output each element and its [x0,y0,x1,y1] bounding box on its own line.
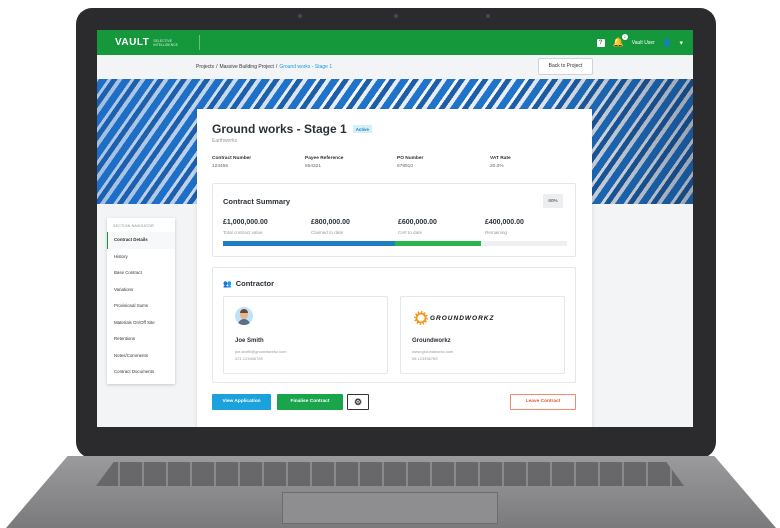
contractor-panel: 👥 Contractor Joe Smith joe.smith@groundw… [212,267,576,383]
meta-label: VAT Rate [490,156,511,161]
cert-to-date-value: £600,000.00 [398,219,437,226]
sun-icon [414,311,428,325]
company-card[interactable]: GROUNDWORKZ Groundworkz www.groundworkz.… [400,296,565,374]
laptop-camera-lens [394,14,398,18]
finalise-contract-button[interactable]: Finalise Contract [277,394,343,410]
breadcrumb-separator: / [216,64,218,70]
logo-tagline: SELECTIVE INTELLIGENCE [153,38,178,47]
breadcrumb-bar: Projects / Massive Building Project / Gr… [97,55,693,79]
chevron-down-icon[interactable]: ▾ [679,39,683,47]
company-phone: 08 123456789 [412,356,438,361]
status-badge: Active [352,125,372,133]
contractor-title: Contractor [235,279,275,288]
sidebar-item-contract-details[interactable]: Contract Details [107,232,175,249]
header-divider [199,35,201,50]
meta-value: 20.0% [490,164,504,169]
contractor-header: 👥 Contractor [223,279,274,288]
company-logo-text: GROUNDWORKZ [430,314,495,322]
meta-po-number: PO Number 678910 [397,156,423,169]
leave-contract-button[interactable]: Leave Contract [510,394,576,410]
settings-button[interactable]: ⚙ [347,394,369,410]
contact-phone: 021 123456789 [235,356,263,361]
remaining-label: Remaining [485,230,507,235]
sidebar-item-provisional-sums[interactable]: Provisional Sums [107,298,175,315]
sidebar-item-retentions[interactable]: Retentions [107,331,175,348]
total-contract-value: £1,000,000.00 [223,219,268,226]
claimed-to-date-label: Claimed to date [311,230,344,235]
sidebar-item-variations[interactable]: Variations [107,282,175,299]
summary-percent-badge: 60% [543,194,563,208]
meta-vat-rate: VAT Rate 20.0% [490,156,511,169]
avatar [235,307,253,325]
meta-payee-reference: Payee Reference 654321 [305,156,343,169]
header-actions: ? 🔔 2 Vault User 👤 ▾ [596,34,683,48]
breadcrumb-separator: / [275,64,278,70]
section-navigator: SECTION NAVIGATOR Contract Details Histo… [107,218,175,384]
contact-email[interactable]: joe.smith@groundworkz.com [235,349,287,354]
help-icon[interactable]: ? [596,38,605,47]
contract-summary-panel: Contract Summary 60% £1,000,000.00 Total… [212,183,576,257]
sidebar-item-history[interactable]: History [107,249,175,266]
total-contract-value-label: Total contract value [223,230,263,235]
company-name: Groundworkz [412,338,451,344]
contact-name: Joe Smith [235,338,264,344]
meta-value: 678910 [397,164,414,169]
groundworkz-logo: GROUNDWORKZ [414,311,494,325]
meta-contract-number: Contract Number 123456 [212,156,251,169]
contract-progress-bar [223,241,567,246]
view-application-button[interactable]: View Application [212,394,271,410]
cert-to-date-label: Cert to date [398,230,423,235]
back-to-project-button[interactable]: Back to Project [538,58,593,75]
sidebar-item-notes[interactable]: Notes/Comments [107,348,175,365]
laptop-camera-dot [298,14,302,18]
people-icon: 👥 [223,280,232,288]
breadcrumb-projects[interactable]: Projects [196,64,214,70]
breadcrumb-current: Ground works - Stage 1 [279,64,333,70]
contract-details-card: Ground works - Stage 1 Active Earthworks… [197,109,592,427]
sidebar-item-contract-documents[interactable]: Contract Documents [107,364,175,381]
page-title: Ground works - Stage 1 [212,122,347,136]
sidebar-item-materials[interactable]: Materials On/Off Site [107,315,175,332]
claimed-to-date-value: £800,000.00 [311,219,350,226]
notifications-bell-icon[interactable]: 🔔 2 [613,34,628,48]
laptop-sensor-dot [486,14,490,18]
app-screen: VAULT SELECTIVE INTELLIGENCE ? 🔔 2 Vault … [97,30,693,427]
contact-person-card[interactable]: Joe Smith joe.smith@groundworkz.com 021 … [223,296,388,374]
top-navigation-bar: VAULT SELECTIVE INTELLIGENCE ? 🔔 2 Vault … [97,30,693,55]
meta-label: Payee Reference [305,156,344,161]
meta-value: 123456 [212,164,229,169]
contract-title-row: Ground works - Stage 1 Active [212,122,372,136]
company-website[interactable]: www.groundworkz.com [412,349,453,354]
meta-label: Contract Number [212,156,252,161]
contract-subtitle: Earthworks [212,138,238,144]
notification-count-badge: 2 [621,34,628,40]
user-icon[interactable]: 👤 [663,39,672,47]
remaining-value: £400,000.00 [485,219,524,226]
user-name[interactable]: Vault User [632,40,655,46]
progress-certified-segment [223,241,395,246]
vault-logo[interactable]: VAULT [115,37,149,48]
trackpad [282,492,498,524]
breadcrumb-project[interactable]: Massive Building Project [219,64,273,70]
gear-icon: ⚙ [353,397,363,407]
contract-summary-title: Contract Summary [223,197,291,206]
keyboard [96,462,684,486]
meta-value: 654321 [305,164,322,169]
section-navigator-title: SECTION NAVIGATOR [113,224,154,228]
meta-label: PO Number [397,156,424,161]
sidebar-item-base-contract[interactable]: Base Contract [107,265,175,282]
